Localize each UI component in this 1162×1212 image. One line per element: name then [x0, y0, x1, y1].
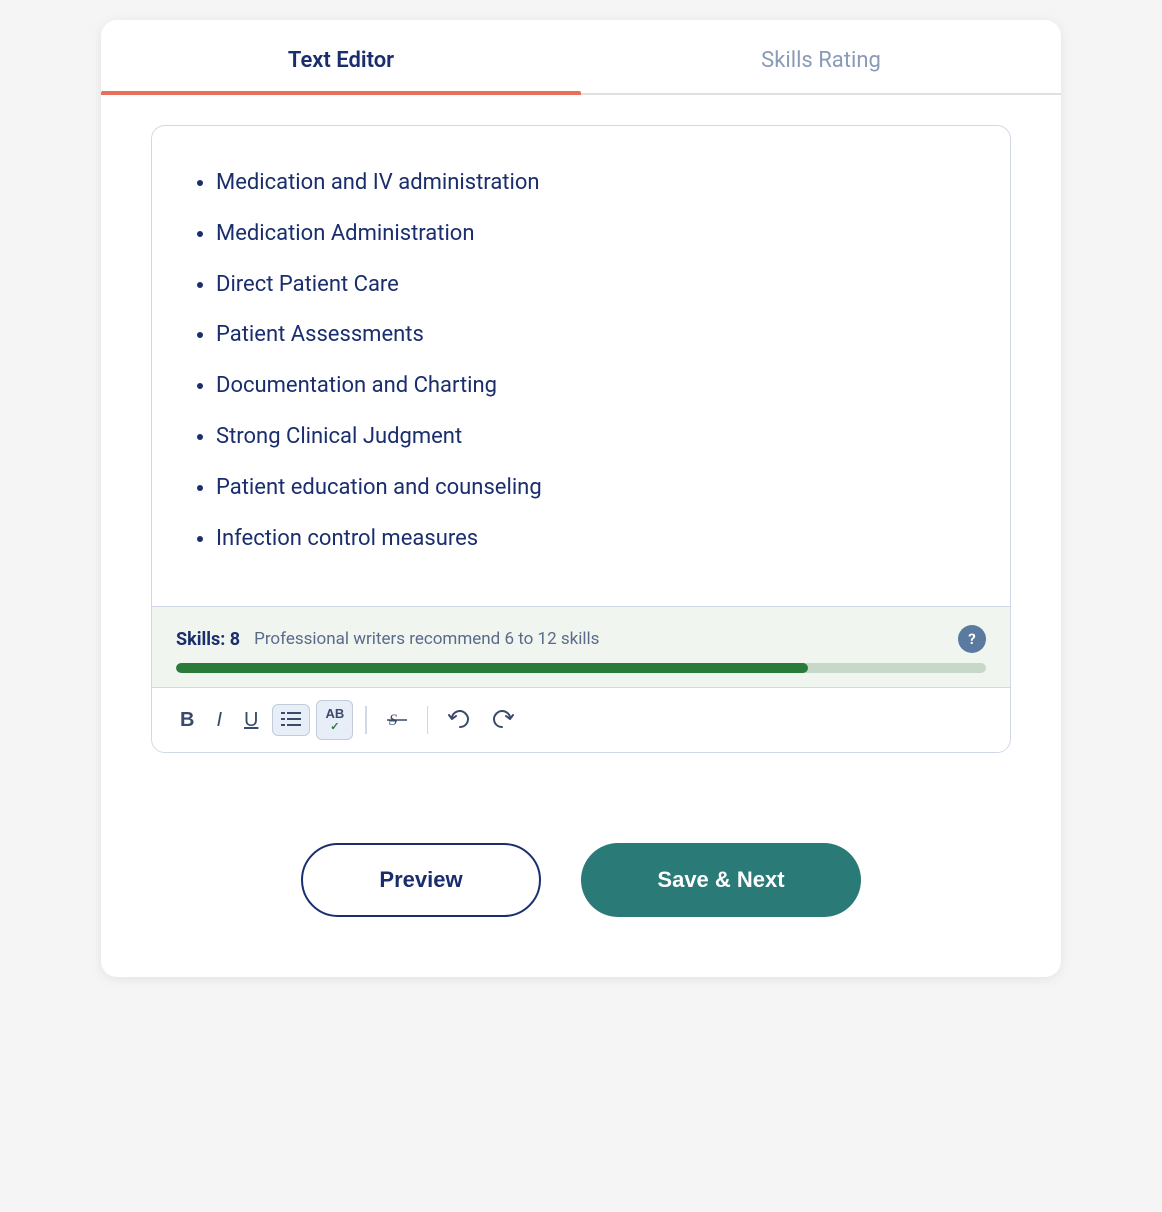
tab-skills-rating-label: Skills Rating	[761, 48, 881, 73]
list-item: Patient education and counseling	[216, 463, 974, 514]
editor-box: Medication and IV administration Medicat…	[151, 125, 1011, 753]
skills-label-row: Skills: 8 Professional writers recommend…	[176, 625, 986, 653]
list-item: Documentation and Charting	[216, 361, 974, 412]
skills-recommendation: Professional writers recommend 6 to 12 s…	[254, 629, 599, 649]
redo-button[interactable]	[484, 704, 522, 736]
skill-list: Medication and IV administration Medicat…	[188, 158, 974, 564]
undo-icon	[448, 710, 470, 730]
bottom-buttons: Preview Save & Next	[101, 793, 1061, 977]
list-item: Medication and IV administration	[216, 158, 974, 209]
list-item: Infection control measures	[216, 514, 974, 565]
list-item: Patient Assessments	[216, 310, 974, 361]
progress-bar-track	[176, 663, 986, 673]
help-icon[interactable]: ?	[958, 625, 986, 653]
list-icon	[281, 711, 301, 729]
toolbar-divider-2	[427, 706, 429, 734]
underline-button[interactable]: U	[236, 703, 266, 738]
progress-bar-fill	[176, 663, 808, 673]
tab-text-editor-label: Text Editor	[288, 48, 394, 73]
editor-wrapper: Medication and IV administration Medicat…	[101, 95, 1061, 793]
toolbar-divider-1	[365, 706, 367, 734]
skills-count: Skills: 8	[176, 629, 240, 650]
list-item: Strong Clinical Judgment	[216, 412, 974, 463]
formatting-toolbar: B I U	[152, 687, 1010, 752]
redo-icon	[492, 710, 514, 730]
spell-check-button[interactable]: AB ✓	[316, 700, 353, 740]
main-container: Text Editor Skills Rating Medication and…	[101, 20, 1061, 977]
editor-content[interactable]: Medication and IV administration Medicat…	[152, 126, 1010, 606]
strikethrough-button[interactable]: S	[379, 704, 415, 736]
tab-text-editor[interactable]: Text Editor	[101, 20, 581, 93]
strikethrough-icon: S	[387, 710, 407, 730]
save-next-button[interactable]: Save & Next	[581, 843, 861, 917]
tab-bar: Text Editor Skills Rating	[101, 20, 1061, 95]
italic-button[interactable]: I	[208, 703, 230, 738]
tab-skills-rating[interactable]: Skills Rating	[581, 20, 1061, 93]
preview-button[interactable]: Preview	[301, 843, 541, 917]
list-item: Medication Administration	[216, 209, 974, 260]
bold-button[interactable]: B	[172, 703, 202, 738]
list-button[interactable]	[272, 704, 310, 736]
checkmark-icon: ✓	[330, 722, 339, 733]
ab-label: AB	[325, 707, 344, 720]
list-item: Direct Patient Care	[216, 260, 974, 311]
undo-button[interactable]	[440, 704, 478, 736]
skills-bar-section: Skills: 8 Professional writers recommend…	[152, 606, 1010, 687]
